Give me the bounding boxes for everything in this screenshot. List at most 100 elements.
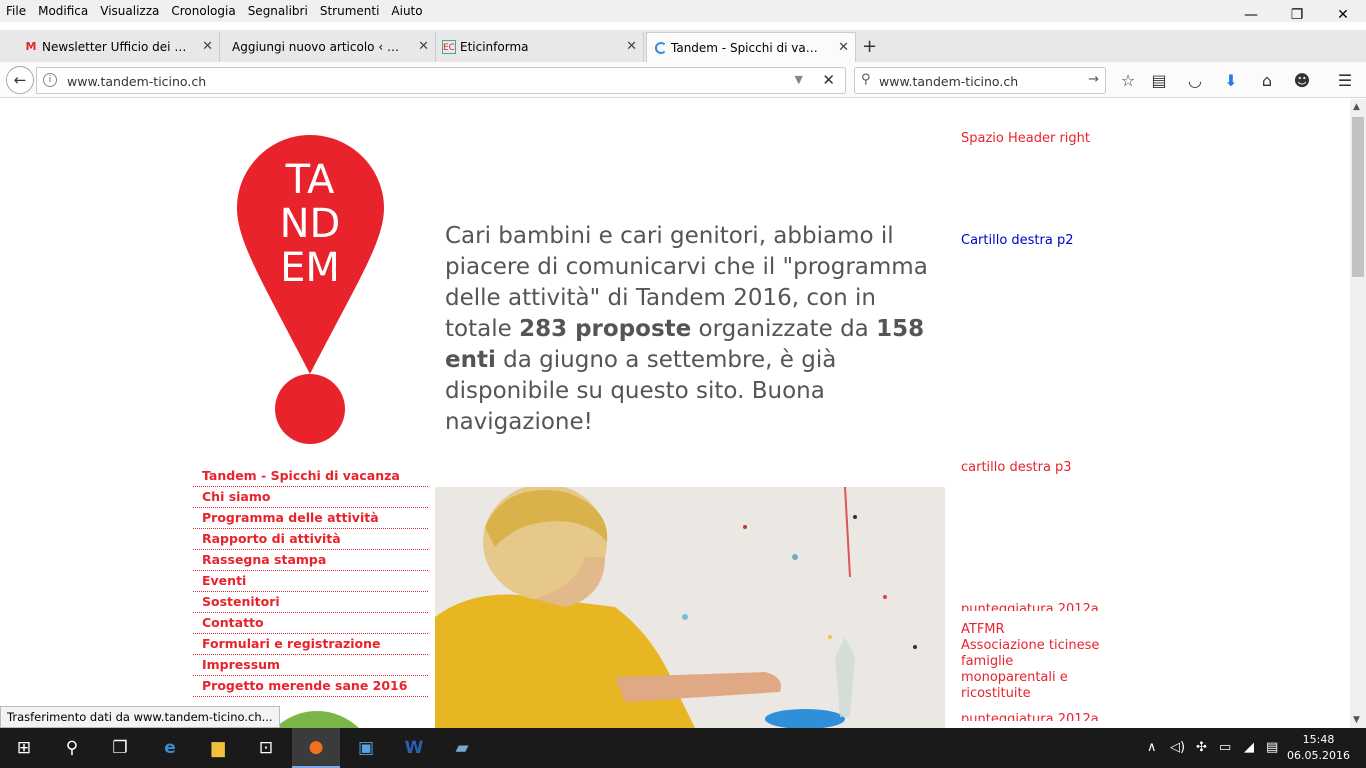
dropbox-icon[interactable]: ✣ — [1196, 740, 1207, 755]
edge-icon[interactable]: e — [146, 728, 194, 768]
punteggiatura-label: punteggiatura 2012a — [961, 602, 1099, 611]
scroll-up-icon[interactable]: ▲ — [1353, 102, 1360, 112]
windows-start-icon[interactable]: ⊞ — [0, 728, 48, 768]
intro-bold: 283 proposte — [519, 316, 692, 342]
search-icon: ⚲ — [861, 72, 871, 87]
logo-text: ND — [280, 201, 341, 247]
tab-title: Eticinforma — [460, 40, 529, 54]
volume-icon[interactable]: ◁) — [1170, 740, 1185, 755]
tandem-logo: TA ND EM — [237, 135, 384, 444]
menu-aiuto[interactable]: Aiuto — [391, 4, 422, 18]
web-page: TA ND EM Cari bambini e cari genitori, a… — [0, 99, 1350, 728]
menu-strumenti[interactable]: Strumenti — [320, 4, 380, 18]
menu-modifica[interactable]: Modifica — [38, 4, 88, 18]
new-tab-icon[interactable]: + — [862, 36, 877, 57]
tab-newsletter[interactable]: M Newsletter Ufficio dei giov... ✕ — [18, 32, 220, 62]
pocket-icon[interactable]: ◡ — [1184, 70, 1206, 92]
cartillo-p2-link[interactable]: Cartillo destra p2 — [961, 233, 1074, 248]
menu-item-formulari[interactable]: Formulari e registrazione — [193, 634, 428, 655]
logo-text: TA — [285, 157, 335, 203]
task-view-icon[interactable]: ❐ — [96, 728, 144, 768]
search-icon[interactable]: ⚲ — [48, 728, 96, 768]
tab-bar: M Newsletter Ufficio dei giov... ✕ Aggiu… — [0, 30, 1366, 62]
menu-visualizza[interactable]: Visualizza — [100, 4, 159, 18]
menu-item-chi-siamo[interactable]: Chi siamo — [193, 487, 428, 508]
dropdown-arrow-icon[interactable]: ▼ — [795, 73, 803, 86]
tab-title: Newsletter Ufficio dei giov... — [42, 40, 192, 54]
intro-part: organizzate da — [691, 316, 877, 342]
header-right-space: Spazio Header right — [961, 131, 1091, 146]
intro-part: da giugno a settembre, è già disponibile… — [445, 347, 837, 435]
tab-title: Aggiungi nuovo articolo ‹ Etici... — [232, 40, 404, 54]
store-icon[interactable]: ⊡ — [242, 728, 290, 768]
menu-item-tandem[interactable]: Tandem - Spicchi di vacanza — [193, 466, 428, 487]
menu-item-sostenitori[interactable]: Sostenitori — [193, 592, 428, 613]
star-icon[interactable]: ☆ — [1117, 70, 1139, 92]
info-icon[interactable]: i — [43, 73, 57, 87]
home-icon[interactable]: ⌂ — [1256, 70, 1278, 92]
menu-item-rassegna[interactable]: Rassegna stampa — [193, 550, 428, 571]
boy-painting-photo — [435, 487, 945, 728]
logo-text: EM — [280, 245, 340, 291]
clock-time: 15:48 — [1302, 733, 1335, 746]
menu-file[interactable]: File — [6, 4, 26, 18]
url-input[interactable] — [67, 71, 767, 91]
atfmr-block[interactable]: ATFMR Associazione ticinese famiglie mon… — [961, 622, 1101, 702]
windows-taskbar: ⊞ ⚲ ❐ e ▆ ⊡ ● ▣ W ▰ ∧ ◁) ✣ ▭ ◢ ▤ 15:48 0… — [0, 728, 1366, 768]
tab-aggiungi-articolo[interactable]: Aggiungi nuovo articolo ‹ Etici... ✕ — [220, 32, 436, 62]
scrollbar-thumb[interactable] — [1352, 117, 1364, 277]
intro-text: Cari bambini e cari genitori, abbiamo il… — [445, 221, 945, 438]
search-bar[interactable]: ⚲ → — [854, 67, 1106, 94]
close-icon[interactable]: ✕ — [626, 39, 637, 54]
outlook-icon[interactable]: ▣ — [342, 728, 390, 768]
system-clock[interactable]: 15:48 06.05.2016 — [1287, 732, 1350, 764]
eticinforma-icon: EC — [442, 40, 456, 54]
stop-icon[interactable]: ✕ — [822, 71, 835, 89]
cartillo-p3-link[interactable]: cartillo destra p3 — [961, 460, 1072, 475]
vertical-scrollbar[interactable]: ▲ ▼ — [1350, 99, 1366, 728]
menu-cronologia[interactable]: Cronologia — [171, 4, 235, 18]
search-input[interactable] — [879, 71, 1079, 91]
window-controls: — ❐ ✕ — [1228, 0, 1366, 30]
menu-item-eventi[interactable]: Eventi — [193, 571, 428, 592]
close-icon[interactable]: ✕ — [418, 39, 429, 54]
tab-title: Tandem - Spicchi di vaca... — [671, 40, 821, 55]
close-window-button[interactable]: ✕ — [1320, 0, 1366, 30]
clock-date: 06.05.2016 — [1287, 749, 1350, 762]
status-bar: Trasferimento dati da www.tandem-ticino.… — [0, 706, 280, 728]
menu-item-programma[interactable]: Programma delle attività — [193, 508, 428, 529]
menu-item-merende[interactable]: Progetto merende sane 2016 — [193, 676, 428, 697]
atfmr-title: ATFMR — [961, 622, 1005, 637]
back-button[interactable]: ← — [6, 66, 34, 94]
download-icon[interactable]: ⬇ — [1220, 70, 1242, 92]
wifi-icon[interactable]: ◢ — [1244, 740, 1254, 755]
restore-button[interactable]: ❐ — [1274, 0, 1320, 30]
chevron-up-icon[interactable]: ∧ — [1147, 740, 1157, 755]
menu-item-contatto[interactable]: Contatto — [193, 613, 428, 634]
tab-tandem[interactable]: Tandem - Spicchi di vaca... ✕ — [646, 32, 856, 62]
reading-list-icon[interactable]: ▤ — [1148, 70, 1170, 92]
close-icon[interactable]: ✕ — [202, 39, 213, 54]
notes-icon[interactable]: ▰ — [438, 728, 486, 768]
smiley-icon[interactable]: ☻ — [1291, 70, 1313, 92]
arrow-left-icon: ← — [13, 71, 27, 89]
close-icon[interactable]: ✕ — [838, 40, 849, 55]
arrow-right-icon[interactable]: → — [1088, 72, 1099, 87]
atfmr-text: Associazione ticinese famiglie monoparen… — [961, 638, 1100, 701]
scroll-down-icon[interactable]: ▼ — [1353, 715, 1360, 725]
url-bar[interactable]: i ▼ ✕ — [36, 67, 846, 94]
battery-icon[interactable]: ▭ — [1219, 740, 1231, 755]
notification-icon[interactable]: ▤ — [1266, 740, 1278, 755]
file-explorer-icon[interactable]: ▆ — [194, 728, 242, 768]
word-icon[interactable]: W — [390, 728, 438, 768]
punteggiatura-label: punteggiatura 2012a — [961, 712, 1099, 721]
firefox-icon[interactable]: ● — [292, 728, 340, 768]
hamburger-menu-icon[interactable]: ☰ — [1334, 70, 1356, 92]
menu-segnalibri[interactable]: Segnalibri — [248, 4, 308, 18]
navigation-bar: ← i ▼ ✕ ⚲ → ☆ ▤ ◡ ⬇ ⌂ ☻ ☰ — [0, 62, 1366, 98]
menu-item-impressum[interactable]: Impressum — [193, 655, 428, 676]
menu-item-rapporto[interactable]: Rapporto di attività — [193, 529, 428, 550]
menu-bar: File Modifica Visualizza Cronologia Segn… — [0, 0, 1366, 22]
tab-eticinforma[interactable]: EC Eticinforma ✕ — [436, 32, 644, 62]
minimize-button[interactable]: — — [1228, 0, 1274, 30]
